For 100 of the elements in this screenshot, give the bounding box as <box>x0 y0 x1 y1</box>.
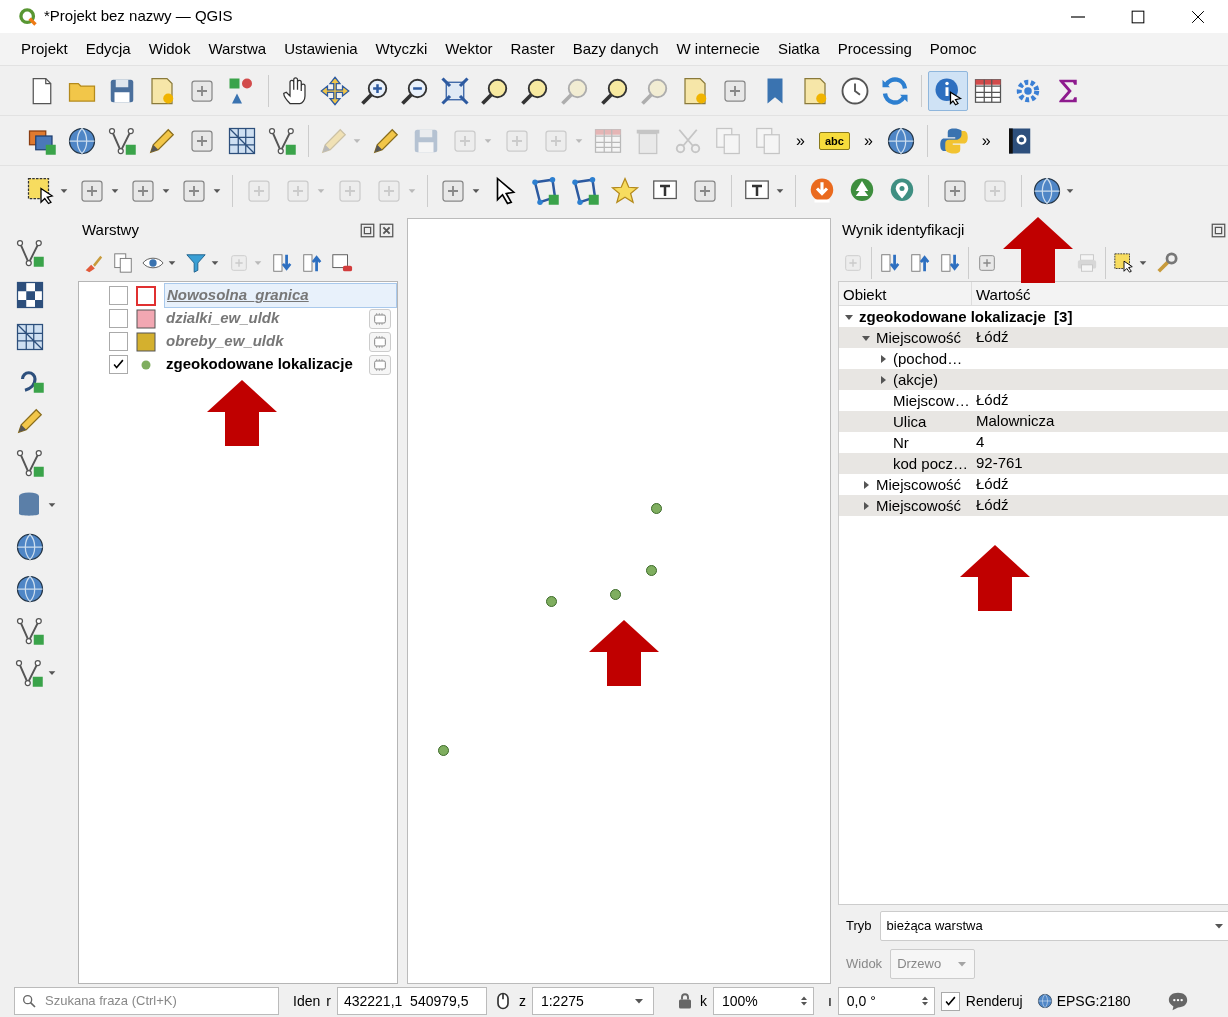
status-label: k <box>699 991 707 1011</box>
menu-item[interactable]: Siatka <box>768 35 829 63</box>
overflow-button[interactable]: » <box>788 128 813 153</box>
field-value: 4 <box>975 432 985 453</box>
crs-button[interactable]: EPSG:2180 <box>1036 990 1131 1012</box>
field-name: Miejscowość <box>876 496 962 515</box>
layer-indicator[interactable] <box>369 308 391 329</box>
status-label: z <box>518 991 526 1011</box>
tool-icon <box>228 252 250 274</box>
toolbar-button[interactable] <box>928 70 968 111</box>
checkbox[interactable] <box>109 309 128 328</box>
arrow-up-icon <box>301 252 323 274</box>
layer-name[interactable]: zgeokodowane lokalizacje <box>164 353 355 376</box>
search-field[interactable]: Szukana fraza (Ctrl+K) <box>14 987 279 1015</box>
expand-arrow-icon[interactable] <box>878 374 888 385</box>
map-point <box>610 589 621 600</box>
arrow-down-icon <box>879 252 901 274</box>
vertex-line-icon <box>15 448 45 478</box>
messages-button[interactable] <box>1166 990 1189 1012</box>
arrow-down-icon <box>939 252 961 274</box>
copy-icon <box>753 125 783 156</box>
globe-icon <box>1032 175 1062 206</box>
pencil-icon <box>15 406 45 436</box>
layer-name[interactable]: obreby_ew_uldk <box>164 330 286 353</box>
float-button[interactable] <box>1211 222 1226 238</box>
menu-item[interactable]: Edycja <box>76 35 140 63</box>
render-checkbox[interactable] <box>940 991 960 1011</box>
check-icon <box>111 357 126 372</box>
field-value: 92-761 <box>975 453 1023 474</box>
field-value: Malownicza <box>975 411 1055 432</box>
field-name: kod pocz… <box>893 454 969 473</box>
chip-icon <box>372 356 388 373</box>
clock-icon <box>840 75 870 106</box>
four-arrows-icon <box>320 75 350 106</box>
layer-indicator[interactable] <box>369 331 391 352</box>
vertex-line-icon <box>15 238 45 268</box>
field-name: Ulica <box>893 412 927 431</box>
chip-icon <box>372 333 388 350</box>
close-button[interactable] <box>379 222 394 238</box>
checkbox-label: Renderuj <box>965 991 1023 1011</box>
panel-title: Wynik identyfikacji <box>842 219 965 240</box>
column-header[interactable]: Wartość <box>972 282 1035 305</box>
scale-field[interactable]: 1:2275 <box>531 987 654 1015</box>
field-name: (pochod… <box>893 349 963 368</box>
status-label: ı <box>827 991 832 1011</box>
vertex-line-icon <box>107 125 137 156</box>
globe-icon <box>885 125 916 156</box>
annotation-arrow <box>207 380 277 446</box>
expand-arrow-icon[interactable] <box>861 500 871 511</box>
expand-arrow-icon[interactable] <box>878 353 888 364</box>
menu-item[interactable]: W internecie <box>667 35 769 63</box>
menu-item[interactable]: Projekt <box>12 35 77 63</box>
chip-icon <box>372 310 388 327</box>
overflow-button[interactable]: » <box>855 128 881 153</box>
annotation-arrow <box>960 545 1030 611</box>
grid-icon <box>227 125 257 156</box>
checkbox[interactable] <box>109 355 128 374</box>
status-label: Iden <box>293 991 321 1011</box>
map-point <box>646 565 657 576</box>
minimize-icon <box>1071 15 1085 18</box>
menu-item[interactable]: Wtyczki <box>366 35 437 63</box>
column-header[interactable]: Obiekt <box>839 282 972 305</box>
field-name: Miejscowość <box>876 328 962 347</box>
copy-icon <box>713 125 743 156</box>
field-value: Łódź <box>975 495 1009 516</box>
field-name: Miejscow… <box>893 391 970 410</box>
overflow-button[interactable]: » <box>973 128 999 153</box>
map-point <box>438 745 449 756</box>
field-value: Łódź <box>975 390 1009 411</box>
rotation-field[interactable]: 0,0 ° <box>837 987 935 1015</box>
menu-item[interactable]: Processing <box>828 35 921 63</box>
checkerboard-icon <box>15 280 45 310</box>
menu-item[interactable]: Widok <box>139 35 200 63</box>
float-button[interactable] <box>360 222 375 238</box>
menu-item[interactable]: Pomoc <box>920 35 986 63</box>
menu-item[interactable]: Raster <box>501 35 564 63</box>
refresh-icon <box>880 75 910 106</box>
annotation-arrow <box>589 620 659 686</box>
layer-result-title: zgeokodowane lokalizacje [3] <box>859 307 1073 326</box>
label-tool-button[interactable]: abc <box>818 131 850 150</box>
mode-dropdown[interactable]: bieżąca warstwa <box>879 911 1228 941</box>
vertex-line-icon <box>14 658 44 688</box>
menu-item[interactable]: Wektor <box>436 35 502 63</box>
field-name: Nr <box>893 433 909 452</box>
menu-item[interactable]: Bazy danych <box>563 35 668 63</box>
checkbox[interactable] <box>109 286 128 305</box>
field-label: Widok <box>846 955 883 974</box>
field-name: Miejscowość <box>876 475 962 494</box>
magnifier-field[interactable]: 100% <box>712 987 814 1015</box>
layer-name[interactable]: Nowosolna_granica <box>164 283 397 308</box>
polygon-nodes-icon <box>570 175 600 206</box>
checkbox[interactable] <box>109 332 128 351</box>
menu-item[interactable]: Ustawienia <box>275 35 367 63</box>
coordinate-field[interactable]: 432221,1 540979,5 <box>336 987 487 1015</box>
star-icon <box>610 175 640 206</box>
window-title: *Projekt bez nazwy — QGIS <box>44 6 233 27</box>
expand-arrow-icon[interactable] <box>861 479 871 490</box>
layer-indicator[interactable] <box>369 354 391 375</box>
menu-item[interactable]: Warstwa <box>199 35 276 63</box>
layer-name[interactable]: dzialki_ew_uldk <box>164 307 282 330</box>
